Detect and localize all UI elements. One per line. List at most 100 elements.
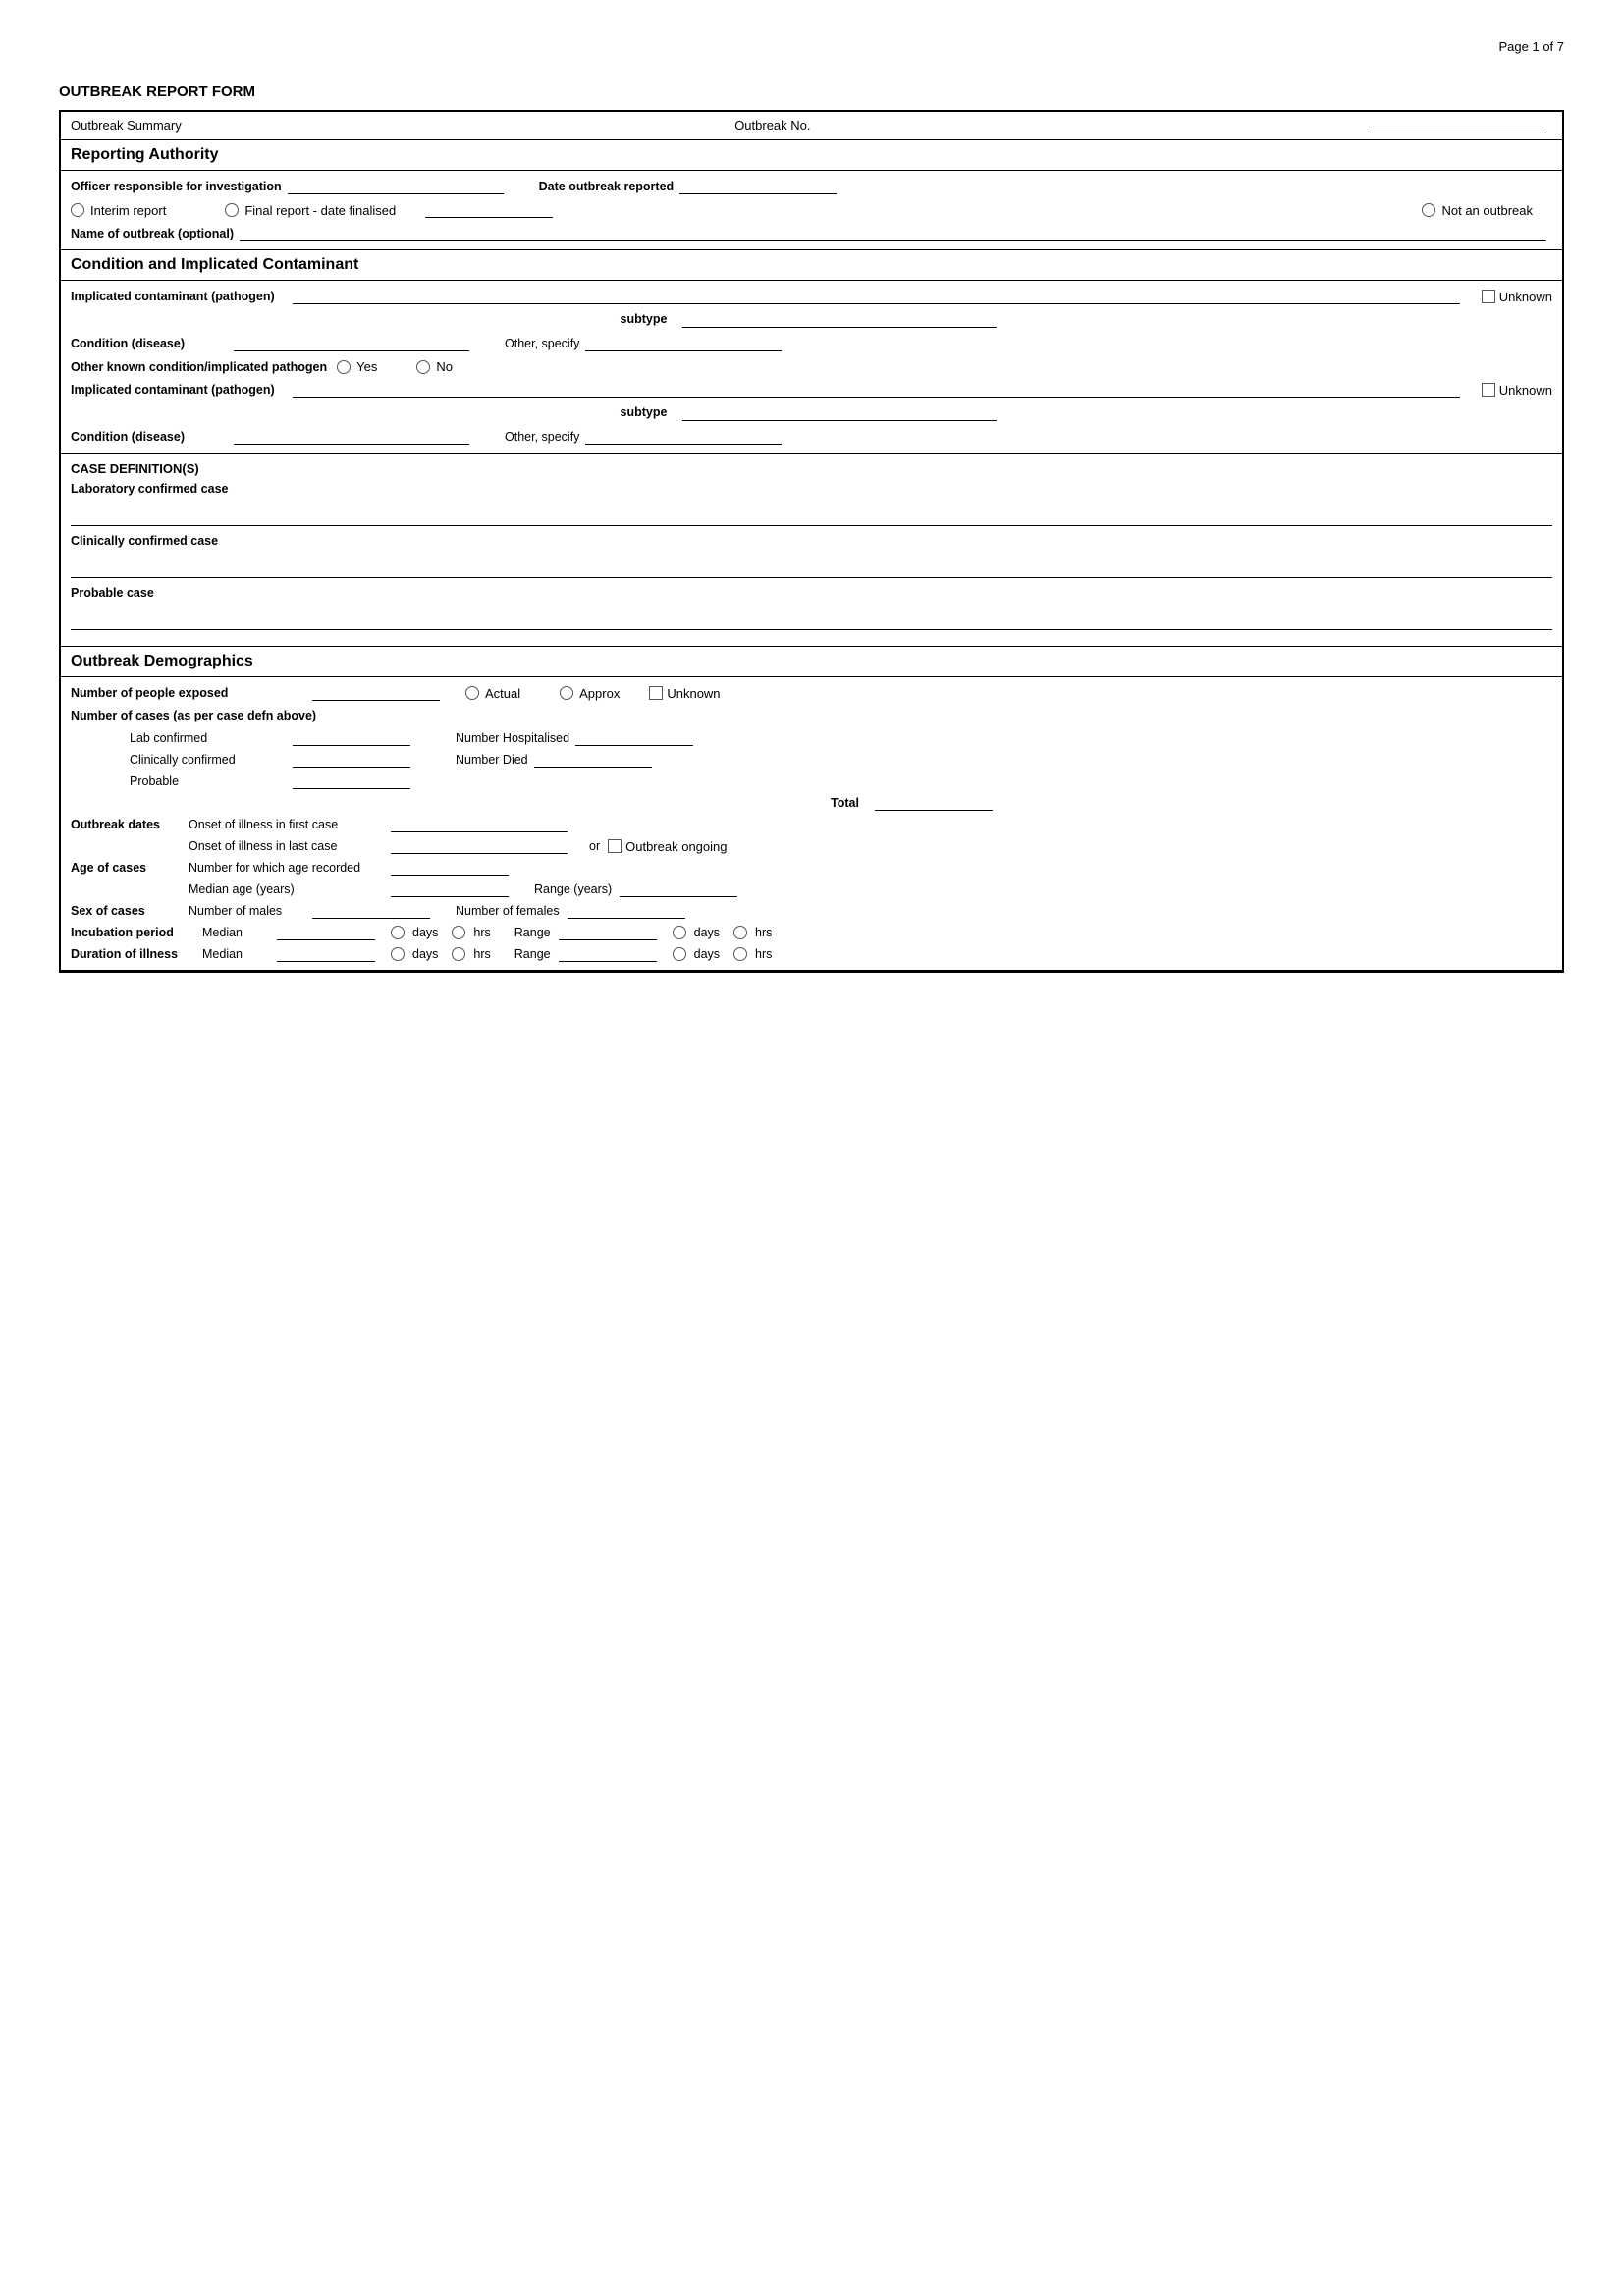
implicated2-label: Implicated contaminant (pathogen) [71,383,287,397]
implicated2-field[interactable] [293,382,1460,398]
incubation-range-days-label: days [694,926,720,939]
duration-median-field[interactable] [277,946,375,962]
implicated1-row: Implicated contaminant (pathogen) Unknow… [71,289,1552,304]
yes-radio[interactable] [337,360,351,374]
total-field[interactable] [875,795,993,811]
duration-hrs-radio[interactable] [452,947,465,961]
median-age-field[interactable] [391,881,509,897]
clinically-confirmed-row: Clinically confirmed Number Died [81,752,1552,768]
num-age-recorded-label: Number for which age recorded [189,861,385,875]
incubation-range-field[interactable] [559,925,657,940]
other-specify1-field[interactable] [585,336,782,351]
lab-confirmed-lines[interactable] [71,525,1552,526]
duration-label: Duration of illness [71,947,198,961]
outbreak-no-label: Outbreak No. [734,118,810,133]
unknown1-label: Unknown [1499,290,1552,304]
other-specify2-field[interactable] [585,429,782,445]
num-hospitalised-field[interactable] [575,730,693,746]
incubation-median-label: Median [202,926,271,939]
exposed-row: Number of people exposed Actual Approx U… [71,685,1552,701]
incubation-range-days-radio[interactable] [673,926,686,939]
probable-count-field[interactable] [293,774,410,789]
final-radio-group[interactable]: Final report - date finalised [225,203,396,218]
onset-first-label: Onset of illness in first case [189,818,385,831]
outbreak-dates-onset-first-row: Outbreak dates Onset of illness in first… [71,817,1552,832]
reporting-authority-title-row: Reporting Authority [61,140,1562,171]
yes-label: Yes [356,359,377,374]
name-field[interactable] [240,226,1546,241]
duration-range-field[interactable] [559,946,657,962]
approx-radio-group[interactable]: Approx [560,686,620,701]
condition2-field[interactable] [234,429,469,445]
lab-confirmed-count-field[interactable] [293,730,410,746]
interim-radio[interactable] [71,203,84,217]
condition2-label: Condition (disease) [71,430,228,444]
unknown2-checkbox[interactable] [1482,383,1495,397]
duration-hrs-group[interactable]: hrs [448,947,494,961]
unknown1-checkbox[interactable] [1482,290,1495,303]
outbreak-ongoing-checkbox[interactable] [608,839,622,853]
incubation-median-field[interactable] [277,925,375,940]
onset-last-field[interactable] [391,838,568,854]
num-females-label: Number of females [456,904,560,918]
actual-radio[interactable] [465,686,479,700]
num-exposed-field[interactable] [312,685,440,701]
incubation-range-days-group[interactable]: days [669,926,724,939]
no-radio[interactable] [416,360,430,374]
no-radio-group[interactable]: No [416,359,453,374]
incubation-days-label: days [412,926,438,939]
duration-range-days-radio[interactable] [673,947,686,961]
duration-days-label: days [412,947,438,961]
subtype1-field[interactable] [682,312,997,328]
duration-range-hrs-group[interactable]: hrs [730,947,776,961]
subtype2-field[interactable] [682,405,997,421]
duration-range-days-group[interactable]: days [669,947,724,961]
num-died-field[interactable] [534,752,652,768]
interim-radio-group[interactable]: Interim report [71,203,166,218]
date-field[interactable] [679,179,837,194]
outbreak-no-field[interactable] [1370,118,1546,133]
num-age-recorded-field[interactable] [391,860,509,876]
case-definitions-section: CASE DEFINITION(S) Laboratory confirmed … [61,454,1562,647]
actual-radio-group[interactable]: Actual [465,686,520,701]
incubation-days-group[interactable]: days [387,926,442,939]
form-header-row: Outbreak Summary Outbreak No. [61,112,1562,140]
unknown-exposed-label: Unknown [667,686,720,701]
clinically-confirmed-count-field[interactable] [293,752,410,768]
onset-first-field[interactable] [391,817,568,832]
range-years-field[interactable] [620,881,737,897]
probable-lines[interactable] [71,629,1552,630]
outbreak-summary-label: Outbreak Summary [71,118,182,133]
interim-label: Interim report [90,203,166,218]
num-females-field[interactable] [568,903,685,919]
incubation-hrs-radio[interactable] [452,926,465,939]
incubation-range-hrs-group[interactable]: hrs [730,926,776,939]
clinically-confirmed-sublabel: Clinically confirmed [130,753,287,767]
incubation-days-radio[interactable] [391,926,405,939]
duration-range-hrs-radio[interactable] [733,947,747,961]
duration-days-radio[interactable] [391,947,405,961]
range-years-label: Range (years) [534,882,612,896]
num-males-label: Number of males [189,904,306,918]
duration-range-days-label: days [694,947,720,961]
num-died-label: Number Died [456,753,528,767]
not-outbreak-radio-group[interactable]: Not an outbreak [1422,203,1533,218]
duration-days-group[interactable]: days [387,947,442,961]
num-males-field[interactable] [312,903,430,919]
condition1-field[interactable] [234,336,469,351]
approx-radio[interactable] [560,686,573,700]
not-outbreak-radio[interactable] [1422,203,1435,217]
yes-radio-group[interactable]: Yes [337,359,377,374]
final-date-field[interactable] [425,202,553,218]
num-cases-row: Number of cases (as per case defn above) [71,709,1552,722]
incubation-range-label: Range [514,926,551,939]
final-radio[interactable] [225,203,239,217]
unknown-exposed-checkbox[interactable] [649,686,663,700]
probable-count-row: Probable [81,774,1552,789]
officer-field[interactable] [288,179,504,194]
clinically-confirmed-lines[interactable] [71,577,1552,578]
incubation-range-hrs-radio[interactable] [733,926,747,939]
implicated1-field[interactable] [293,289,1460,304]
reporting-authority-title: Reporting Authority [71,146,219,163]
incubation-hrs-group[interactable]: hrs [448,926,494,939]
